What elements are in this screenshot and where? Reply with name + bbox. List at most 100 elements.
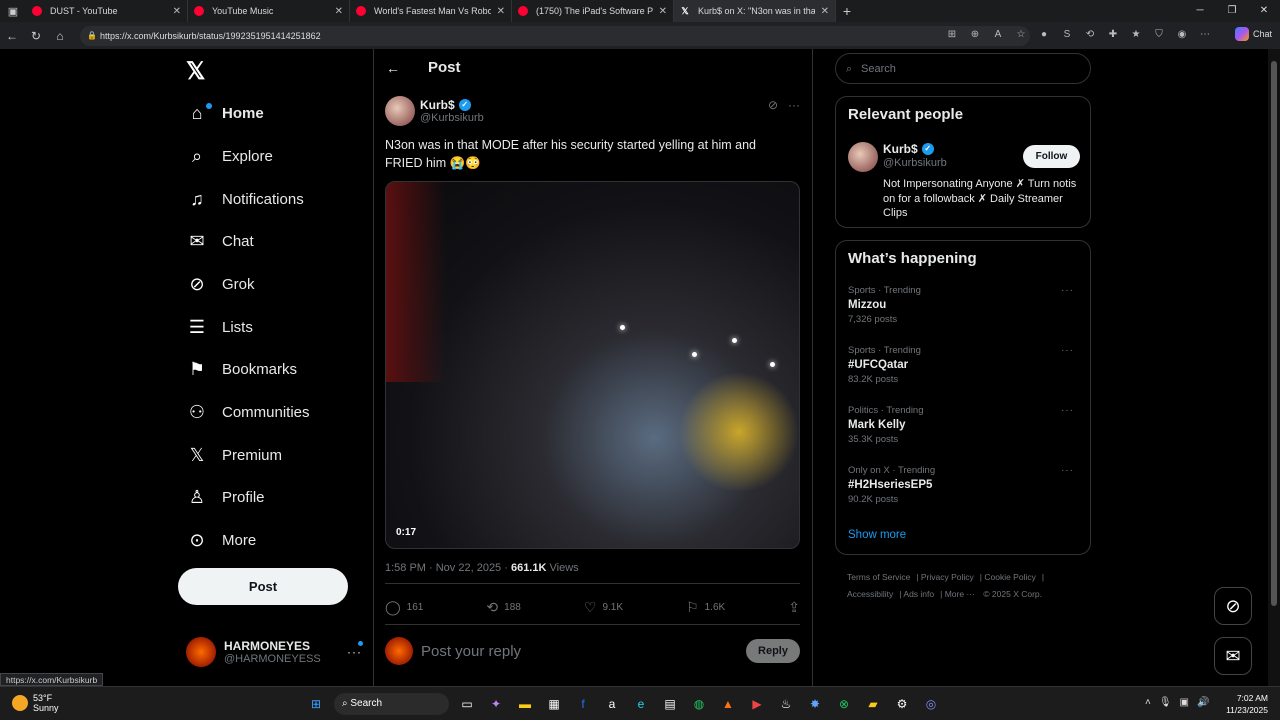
nav-home[interactable]: ⌂ Home [186, 98, 264, 128]
footer-link[interactable]: Ads info [903, 589, 934, 599]
favorite-icon[interactable]: ☆ [1014, 28, 1028, 42]
bookmark-button[interactable]: ⚐ 1.6K [686, 599, 725, 616]
network-icon[interactable]: ▣ [1180, 697, 1189, 708]
amazon-icon[interactable]: a [601, 693, 623, 715]
reply-submit-button[interactable]: Reply [746, 639, 800, 663]
maximize-icon[interactable]: ❐ [1216, 0, 1248, 22]
browser-tab[interactable]: YouTube Music ✕ [188, 0, 350, 22]
browser-tab[interactable]: DUST - YouTube ✕ [26, 0, 188, 22]
read-aloud-icon[interactable]: A [991, 28, 1005, 42]
calculator-icon[interactable]: ▤ [659, 693, 681, 715]
extension-icon[interactable]: ⟲ [1083, 28, 1097, 42]
trend-item[interactable]: Politics · Trending Mark Kelly 35.3K pos… [848, 405, 1080, 445]
nav-more[interactable]: ⊙ More [186, 525, 256, 555]
close-tab-icon[interactable]: ✕ [659, 6, 667, 17]
url-field[interactable]: 🔒 https://x.com/Kurbsikurb/status/1992351… [80, 26, 1030, 46]
tab-actions-icon[interactable]: ▣ [0, 0, 26, 22]
follow-button[interactable]: Follow [1023, 145, 1080, 168]
vlc-icon[interactable]: ▲ [717, 693, 739, 715]
close-tab-icon[interactable]: ✕ [821, 6, 829, 17]
trend-item[interactable]: Only on X · Trending #H2HseriesEP5 90.2K… [848, 465, 1080, 505]
more-dots-icon[interactable]: ··· [1061, 465, 1074, 476]
video-player[interactable]: 0:17 [385, 181, 800, 549]
search-input[interactable]: ⌕ Search [835, 53, 1091, 84]
browser-tab-active[interactable]: 𝕏Kurb$ on X: "N3on was in that M✕ [674, 0, 836, 22]
extension-icon[interactable]: ● [1037, 28, 1051, 42]
post-button[interactable]: Post [178, 568, 348, 605]
more-dots-icon[interactable]: ··· [788, 98, 800, 112]
reply-input[interactable]: Post your reply [421, 643, 746, 660]
nav-notifications[interactable]: ♫ Notifications [186, 184, 303, 214]
trend-item[interactable]: Sports · Trending Mizzou 7,326 posts ··· [848, 285, 1080, 325]
close-tab-icon[interactable]: ✕ [497, 6, 505, 17]
copilot-chat-button[interactable]: Chat [1234, 27, 1272, 41]
repost-button[interactable]: ⟲ 188 [486, 599, 520, 616]
share-button[interactable]: ⇪ [788, 599, 800, 616]
steam-icon[interactable]: ♨ [775, 693, 797, 715]
zoom-icon[interactable]: ⊕ [968, 28, 982, 42]
app-available-icon[interactable]: ⊞ [945, 28, 959, 42]
windows-start-icon[interactable]: ⊞ [305, 693, 327, 715]
footer-link[interactable]: Terms of Service [847, 572, 910, 582]
nav-lists[interactable]: ☰ Lists [186, 312, 253, 342]
xbox-icon[interactable]: ⊗ [833, 693, 855, 715]
nav-grok[interactable]: ⊘ Grok [186, 269, 254, 299]
minimize-icon[interactable]: ─ [1184, 0, 1216, 22]
clock[interactable]: 7:02 AM 11/23/2025 [1226, 692, 1268, 716]
sticky-notes-icon[interactable]: ▰ [862, 693, 884, 715]
trend-item[interactable]: Sports · Trending #UFCQatar 83.2K posts … [848, 345, 1080, 385]
settings-icon[interactable]: ⚙ [891, 693, 913, 715]
browser-tab[interactable]: (1750) The iPad's Software Proble✕ [512, 0, 674, 22]
profile-icon[interactable]: ◉ [1175, 28, 1189, 42]
footer-link[interactable]: More ··· [945, 589, 975, 599]
close-tab-icon[interactable]: ✕ [173, 6, 181, 17]
volume-icon[interactable]: 🔊 [1197, 697, 1209, 708]
nav-communities[interactable]: ⚇ Communities [186, 397, 310, 427]
favorites-icon[interactable]: ★ [1129, 28, 1143, 42]
new-tab-button[interactable]: + [836, 3, 858, 19]
nav-premium[interactable]: 𝕏 Premium [186, 440, 282, 470]
nav-bookmarks[interactable]: ⚑ Bookmarks [186, 354, 297, 384]
back-icon[interactable]: ← [0, 29, 24, 43]
show-more-link[interactable]: Show more [848, 529, 906, 541]
more-dots-icon[interactable]: ··· [1061, 405, 1074, 416]
microphone-icon[interactable]: 🎙 [1159, 697, 1172, 708]
footer-link[interactable]: Cookie Policy [984, 572, 1036, 582]
file-explorer-icon[interactable]: ▬ [514, 693, 536, 715]
author-avatar[interactable] [385, 96, 415, 126]
settings-more-icon[interactable]: ⋯ [1198, 28, 1212, 42]
messages-float-button[interactable]: ✉ [1214, 637, 1252, 675]
browser-tab[interactable]: World's Fastest Man Vs Robot! - Y✕ [350, 0, 512, 22]
nav-explore[interactable]: ⌕ Explore [186, 141, 273, 171]
reply-button[interactable]: ◯ 161 [385, 599, 423, 616]
extensions-icon[interactable]: ✚ [1106, 28, 1120, 42]
task-view-icon[interactable]: ▭ [456, 693, 478, 715]
copilot-icon[interactable]: ✦ [485, 693, 507, 715]
grok-icon[interactable]: ⊘ [768, 98, 778, 112]
weather-widget[interactable]: 53°F Sunny [12, 693, 59, 713]
close-tab-icon[interactable]: ✕ [335, 6, 343, 17]
youtube-icon[interactable]: ▶ [746, 693, 768, 715]
chevron-up-icon[interactable]: ˄ [1145, 697, 1151, 708]
account-switcher[interactable]: HARMONEYES @HARMONEYESS ··· [186, 637, 370, 667]
more-dots-icon[interactable]: ··· [347, 645, 362, 659]
extension-icon[interactable]: S [1060, 28, 1074, 42]
grok-float-button[interactable]: ⊘ [1214, 587, 1252, 625]
close-window-icon[interactable]: ✕ [1248, 0, 1280, 22]
scrollbar[interactable] [1268, 49, 1280, 686]
app-icon[interactable]: ✸ [804, 693, 826, 715]
avatar[interactable] [848, 142, 878, 172]
like-button[interactable]: ♡ 9.1K [584, 599, 623, 616]
back-arrow-icon[interactable]: ← [386, 60, 400, 76]
nav-chat[interactable]: ✉ Chat [186, 226, 253, 256]
store-icon[interactable]: ▦ [543, 693, 565, 715]
edge-icon[interactable]: e [630, 693, 652, 715]
footer-link[interactable]: Accessibility [847, 589, 893, 599]
footer-link[interactable]: Privacy Policy [921, 572, 974, 582]
nav-profile[interactable]: ♙ Profile [186, 482, 265, 512]
x-logo[interactable]: 𝕏 [186, 57, 205, 86]
more-dots-icon[interactable]: ··· [1061, 285, 1074, 296]
chrome-icon[interactable]: ◍ [688, 693, 710, 715]
facebook-icon[interactable]: f [572, 693, 594, 715]
refresh-icon[interactable]: ↻ [24, 29, 48, 43]
